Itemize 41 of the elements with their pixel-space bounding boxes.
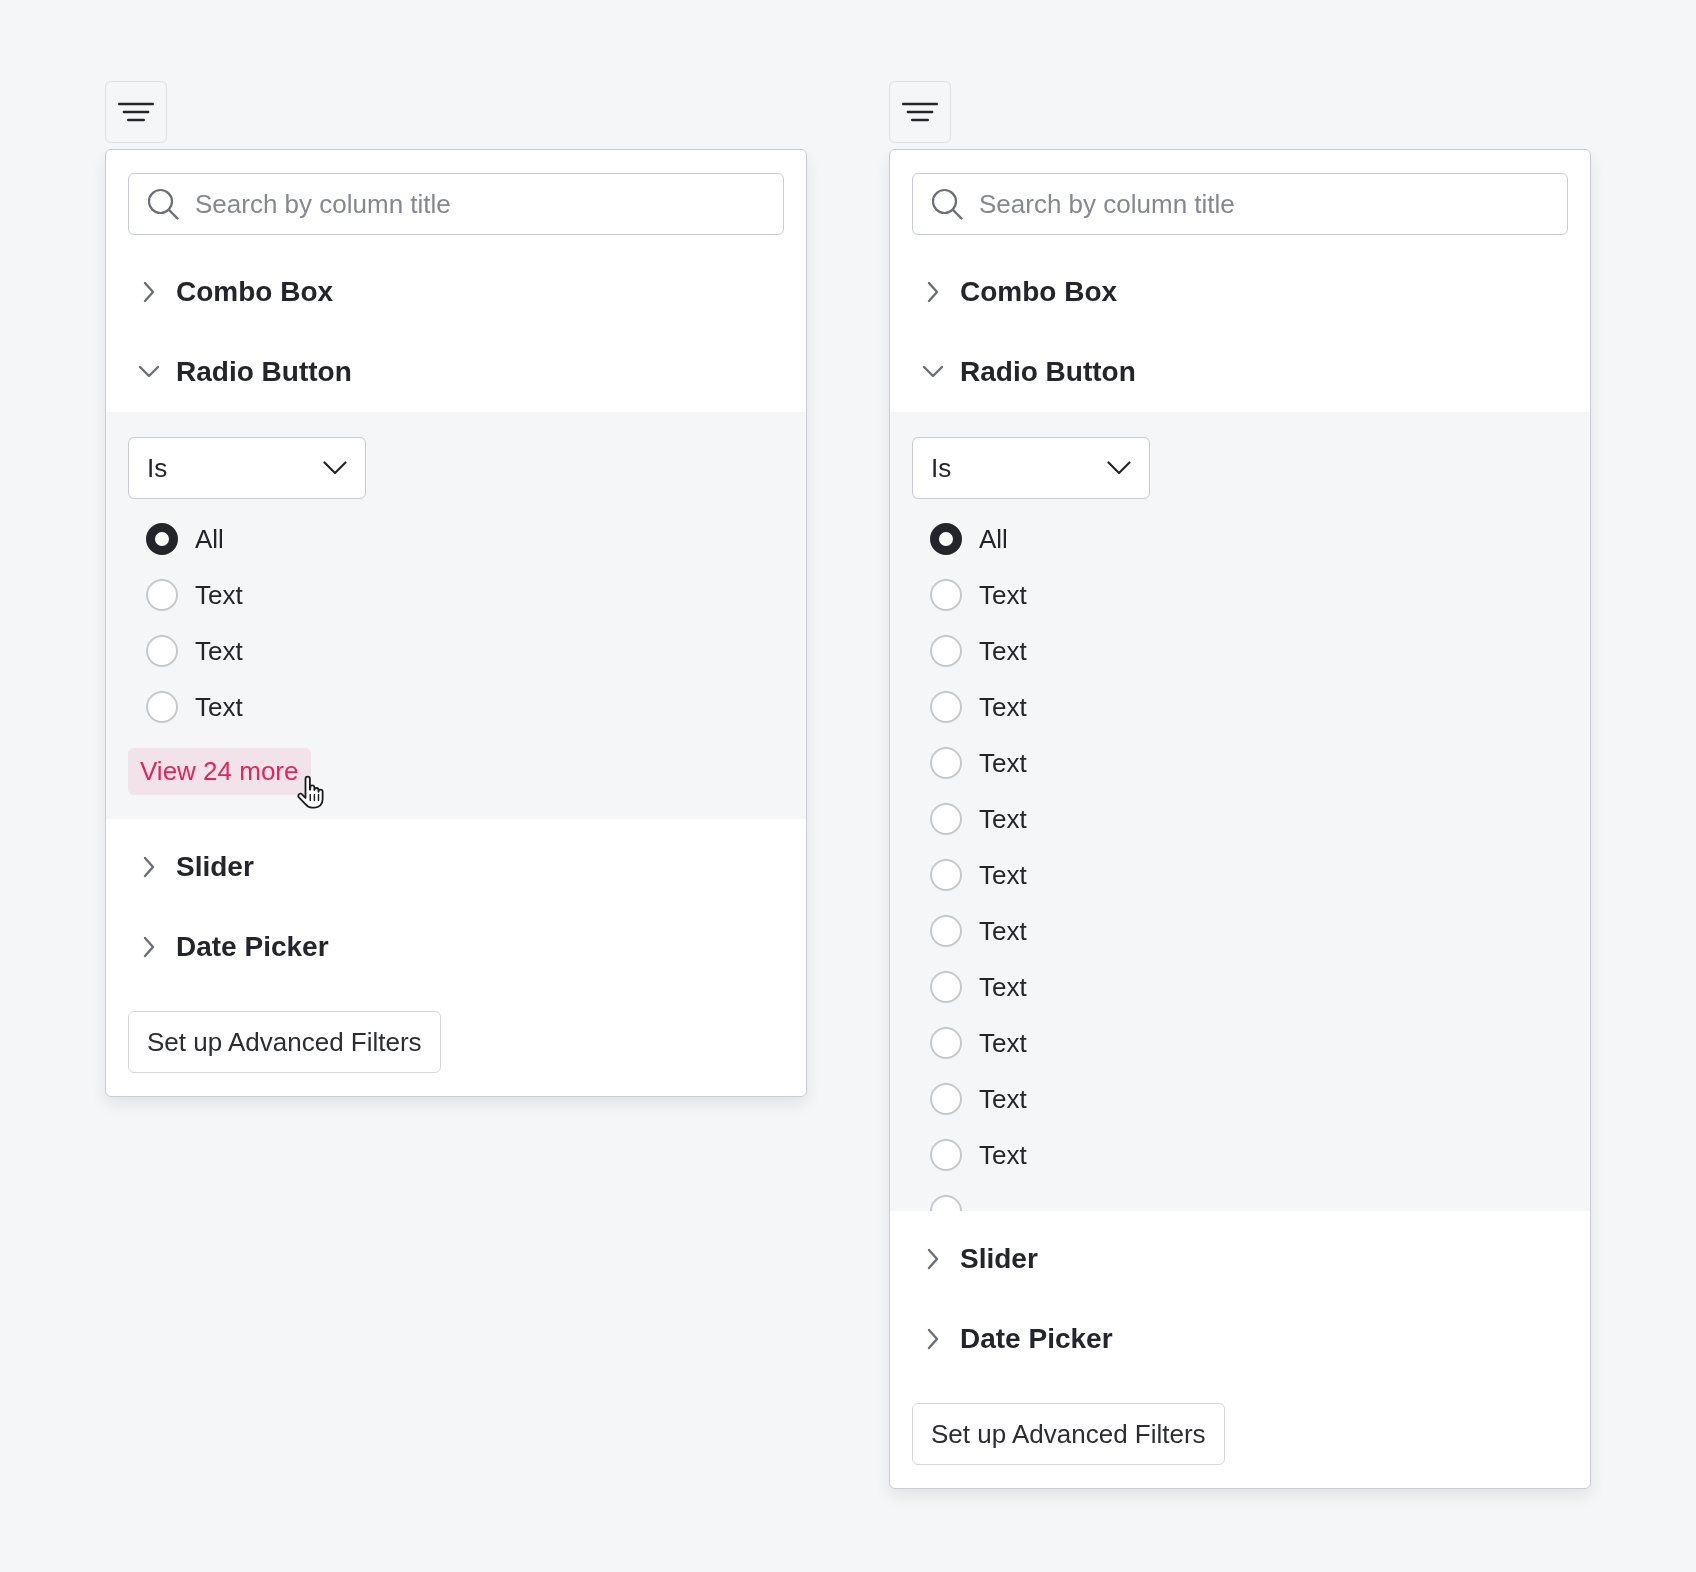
section-header[interactable]: Slider [922,1243,1038,1275]
caret-icon [323,461,347,475]
radio-option[interactable]: Text [912,735,1027,791]
radio-option[interactable]: Text [912,1127,1027,1183]
section-header[interactable]: Combo Box [138,276,334,308]
operator-dropdown[interactable]: Is [128,437,366,499]
caret-icon [1107,461,1131,475]
radio-option[interactable]: Text [912,567,1027,623]
radio-option[interactable]: Text [128,623,243,679]
radio-icon[interactable] [146,523,178,555]
radio-option[interactable]: Text [912,623,1027,679]
radio-option[interactable]: Text [912,847,1027,903]
filter-icon [118,102,154,122]
radio-option[interactable]: Text [912,1071,1027,1127]
search-icon [931,188,963,220]
radio-option[interactable]: Text [128,567,243,623]
radio-option[interactable]: Text [912,959,1027,1015]
view-more-link[interactable]: View 24 more [128,748,311,795]
radio-option[interactable]: Text [128,679,243,735]
radio-option[interactable]: Text [912,791,1027,847]
section-header[interactable]: Slider [138,851,254,883]
section-header[interactable]: Radio Button [138,356,352,388]
section-header[interactable]: Date Picker [922,1323,1113,1355]
advanced-filters-button[interactable]: Set up Advanced Filters [912,1403,1225,1465]
radio-option[interactable]: All [128,511,224,567]
filter-icon [902,102,938,122]
search-field[interactable]: Search by column title [128,173,784,235]
radio-option[interactable]: Text [912,679,1027,735]
filter-button[interactable] [105,81,167,143]
search-icon [147,188,179,220]
radio-icon[interactable] [930,523,962,555]
filter-button[interactable] [889,81,951,143]
advanced-filters-button[interactable]: Set up Advanced Filters [128,1011,441,1073]
radio-option[interactable]: Text [912,1015,1027,1071]
operator-dropdown[interactable]: Is [912,437,1150,499]
radio-option[interactable]: Text [912,903,1027,959]
search-field[interactable]: Search by column title [912,173,1568,235]
section-header[interactable]: Radio Button [922,356,1136,388]
radio-option[interactable]: All [912,511,1008,567]
section-header[interactable]: Date Picker [138,931,329,963]
section-header[interactable]: Combo Box [922,276,1118,308]
